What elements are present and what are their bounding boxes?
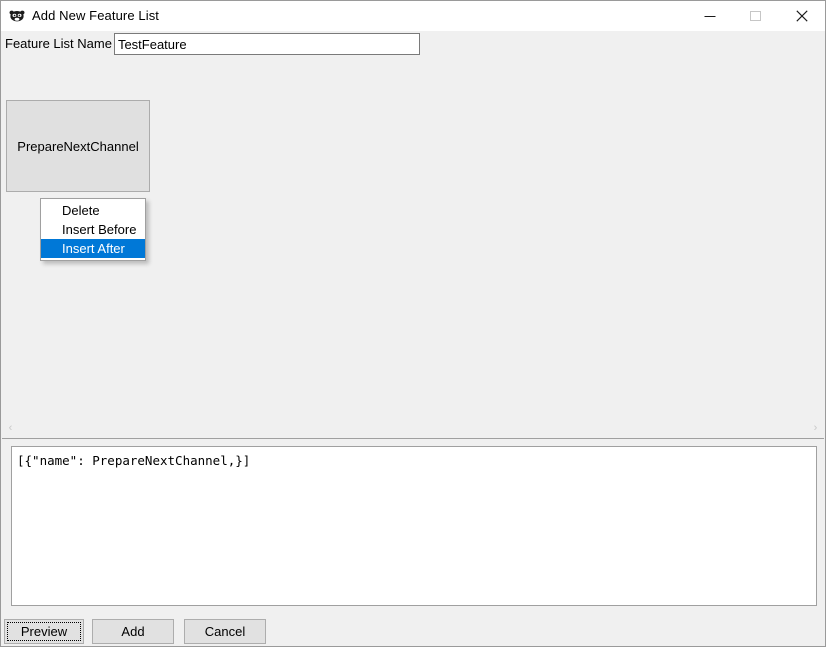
feature-list-name-row: Feature List Name bbox=[1, 33, 420, 55]
add-new-feature-list-dialog: Add New Feature List Feature List Name T… bbox=[0, 0, 826, 647]
preview-output-box[interactable]: [{"name": PrepareNextChannel,}] bbox=[11, 446, 817, 606]
feature-list-name-input[interactable] bbox=[113, 33, 420, 55]
maximize-button[interactable] bbox=[733, 1, 779, 31]
dialog-footer: Preview Add Cancel bbox=[1, 619, 825, 646]
scroll-left-arrow-icon[interactable]: ‹ bbox=[2, 420, 19, 437]
feature-canvas[interactable]: PrepareNextChannel Delete Insert Before … bbox=[2, 61, 824, 419]
preview-output-text: [{"name": PrepareNextChannel,}] bbox=[17, 453, 251, 468]
maximize-icon bbox=[750, 10, 762, 22]
canvas-horizontal-scrollbar[interactable]: ‹ › bbox=[2, 420, 824, 437]
feature-node[interactable]: PrepareNextChannel bbox=[6, 100, 150, 192]
window-controls bbox=[687, 1, 825, 31]
feature-node-label: PrepareNextChannel bbox=[17, 138, 139, 154]
close-icon bbox=[796, 10, 808, 22]
minimize-button[interactable] bbox=[687, 1, 733, 31]
context-menu: Delete Insert Before Insert After bbox=[40, 198, 146, 261]
cancel-button-label: Cancel bbox=[204, 624, 246, 639]
cancel-button[interactable]: Cancel bbox=[184, 619, 266, 644]
titlebar: Add New Feature List bbox=[1, 1, 825, 31]
add-button-label: Add bbox=[121, 624, 145, 639]
context-menu-item-insert-after[interactable]: Insert After bbox=[41, 239, 145, 258]
app-mask-icon bbox=[9, 8, 25, 24]
preview-button-label: Preview bbox=[20, 624, 68, 639]
section-divider bbox=[2, 438, 824, 439]
scroll-right-arrow-icon[interactable]: › bbox=[807, 420, 824, 437]
scrollbar-track[interactable] bbox=[19, 420, 807, 437]
preview-button[interactable]: Preview bbox=[4, 619, 84, 644]
context-menu-item-delete[interactable]: Delete bbox=[41, 201, 145, 220]
feature-list-name-label: Feature List Name bbox=[5, 36, 112, 51]
context-menu-item-insert-before[interactable]: Insert Before bbox=[41, 220, 145, 239]
window-title: Add New Feature List bbox=[32, 8, 160, 23]
add-button[interactable]: Add bbox=[92, 619, 174, 644]
close-button[interactable] bbox=[779, 1, 825, 31]
minimize-icon bbox=[704, 10, 716, 22]
